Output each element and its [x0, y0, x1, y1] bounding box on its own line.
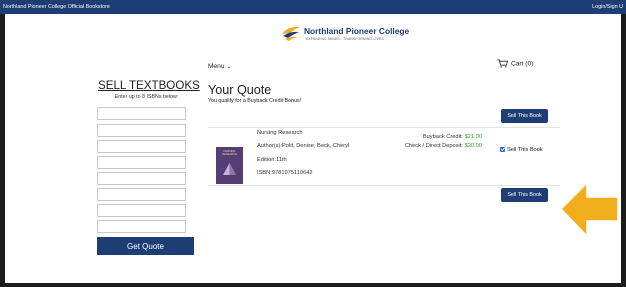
menu-button[interactable]: Menu ⌄ — [208, 63, 232, 70]
isbn-input-4[interactable] — [97, 156, 186, 169]
sell-textbooks-heading: SELL TEXTBOOKS — [98, 79, 200, 92]
deposit-value: $20.00 — [464, 143, 482, 149]
isbn-input-6[interactable] — [97, 188, 186, 201]
isbn-input-7[interactable] — [97, 204, 186, 217]
logo-name: Northland Pioneer College — [304, 26, 410, 36]
buyback-value: $21.00 — [464, 134, 482, 140]
book-title: Nursing Research — [257, 130, 303, 136]
pyramid-icon — [223, 163, 236, 175]
buyback-label: Buyback Credit: — [422, 134, 463, 140]
sell-this-book-checkbox[interactable]: Sell This Book — [500, 147, 543, 153]
book-authors: Author(s):Polit, Denise; Beck, Cheryl — [257, 143, 350, 149]
arrow-pointer-icon — [560, 182, 619, 237]
buyback-credit: Buyback Credit: $21.00 — [423, 134, 482, 140]
bonus-message: You qualify for a Buyback Credit Bonus! — [208, 98, 302, 104]
isbn-input-5[interactable] — [97, 172, 186, 185]
pioneer-logo-icon — [282, 26, 300, 41]
sell-instructions: Enter up to 8 ISBNs below: — [114, 94, 179, 100]
isbn-input-1[interactable] — [97, 107, 186, 120]
checkbox-checked-icon[interactable] — [500, 147, 505, 152]
deposit-label: Check / Direct Deposit: — [404, 143, 463, 149]
cover-title: NURSING RESEARCH — [222, 150, 237, 156]
isbn-input-8[interactable] — [97, 220, 186, 233]
isbn-input-2[interactable] — [97, 124, 186, 137]
get-quote-button[interactable]: Get Quote — [97, 237, 194, 255]
sell-this-book-button-bottom[interactable]: Sell This Book — [501, 188, 548, 202]
sell-this-book-button-top[interactable]: Sell This Book — [501, 109, 548, 123]
cart-label: Cart (0) — [511, 60, 534, 68]
sell-checkbox-label: Sell This Book — [507, 147, 543, 153]
menu-label: Menu — [208, 63, 225, 70]
book-edition: Edition:11th — [257, 157, 287, 163]
divider — [208, 185, 560, 186]
isbn-input-3[interactable] — [97, 140, 186, 153]
logo-tagline: EXPANDING MINDS - TRANSFORMING LIVES — [306, 37, 384, 41]
book-cover-image: NURSING RESEARCH — [216, 147, 243, 184]
store-name: Northland Pioneer College Official Books… — [3, 4, 110, 10]
cart-link[interactable]: Cart (0) — [497, 59, 533, 68]
chevron-down-icon: ⌄ — [226, 64, 232, 70]
quote-heading: Your Quote — [208, 83, 272, 97]
top-bar: Northland Pioneer College Official Books… — [0, 0, 626, 14]
book-isbn: ISBN:9781975110642 — [257, 170, 313, 176]
page-content: Northland Pioneer College EXPANDING MIND… — [5, 14, 621, 283]
direct-deposit: Check / Direct Deposit: $20.00 — [405, 143, 482, 149]
cart-icon — [497, 59, 508, 68]
login-link[interactable]: Login/Sign U — [592, 4, 623, 10]
divider — [208, 127, 560, 128]
